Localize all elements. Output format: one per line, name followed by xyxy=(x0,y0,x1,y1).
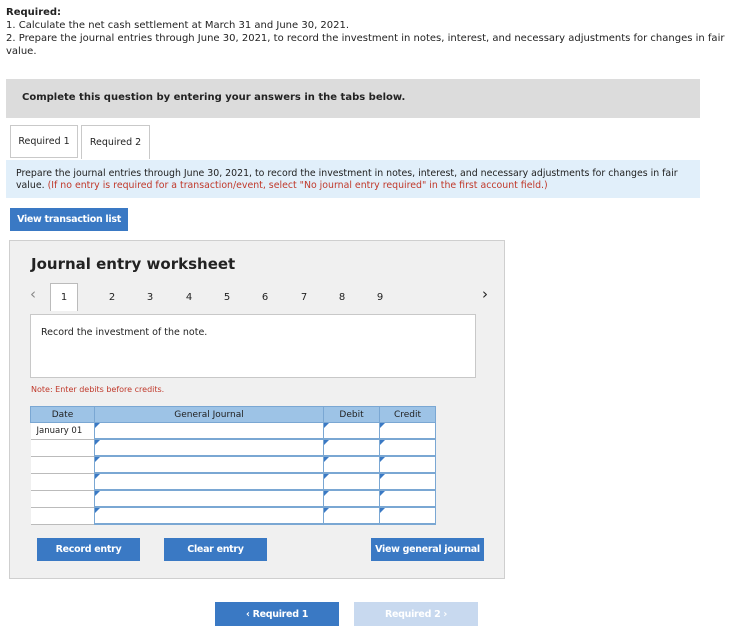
dropdown-flag-icon xyxy=(380,491,385,496)
dropdown-flag-icon xyxy=(324,457,329,462)
complete-banner: Complete this question by entering your … xyxy=(6,79,700,118)
page-8[interactable]: 8 xyxy=(328,283,356,311)
journal-table: Date General Journal Debit Credit Januar… xyxy=(30,406,436,525)
view-transaction-list-button[interactable]: View transaction list xyxy=(10,208,128,231)
table-row xyxy=(30,507,436,525)
date-cell xyxy=(30,490,95,508)
table-row xyxy=(30,473,436,491)
page-3[interactable]: 3 xyxy=(136,283,164,311)
credit-field[interactable] xyxy=(379,439,436,457)
entry-description-box: Record the investment of the note. xyxy=(30,314,476,378)
view-general-journal-button[interactable]: View general journal xyxy=(371,538,484,561)
chevron-left-icon[interactable]: ‹ xyxy=(30,285,36,303)
page-2[interactable]: 2 xyxy=(98,283,126,311)
debit-header: Debit xyxy=(323,406,380,423)
dropdown-flag-icon xyxy=(95,423,100,428)
chevron-right-icon[interactable]: › xyxy=(482,285,488,303)
tab-required-2[interactable]: Required 2 xyxy=(81,125,150,159)
table-row xyxy=(30,490,436,508)
requirements-title: Required: xyxy=(6,7,62,18)
dropdown-flag-icon xyxy=(324,423,329,428)
account-field[interactable] xyxy=(94,456,324,474)
tab-required-1[interactable]: Required 1 xyxy=(10,125,78,158)
dropdown-flag-icon xyxy=(95,474,100,479)
requirements: Required: 1. Calculate the net cash sett… xyxy=(6,6,726,58)
credit-field[interactable] xyxy=(379,422,436,440)
dropdown-flag-icon xyxy=(324,491,329,496)
dropdown-flag-icon xyxy=(95,457,100,462)
dropdown-flag-icon xyxy=(324,474,329,479)
date-cell xyxy=(30,456,95,474)
record-entry-button[interactable]: Record entry xyxy=(37,538,140,561)
dropdown-flag-icon xyxy=(380,440,385,445)
journal-entry-worksheet: Journal entry worksheet ‹ 1 2 3 4 5 6 7 … xyxy=(9,240,505,579)
page-7[interactable]: 7 xyxy=(290,283,318,311)
next-required-2-button[interactable]: Required 2 › xyxy=(354,602,478,626)
credit-field[interactable] xyxy=(379,507,436,525)
account-field[interactable] xyxy=(94,473,324,491)
dropdown-flag-icon xyxy=(380,474,385,479)
dropdown-flag-icon xyxy=(324,440,329,445)
complete-banner-text: Complete this question by entering your … xyxy=(22,92,406,103)
date-cell xyxy=(30,507,95,525)
credit-header: Credit xyxy=(379,406,436,423)
dropdown-flag-icon xyxy=(324,508,329,513)
credit-field[interactable] xyxy=(379,490,436,508)
worksheet-title: Journal entry worksheet xyxy=(31,255,236,273)
account-field[interactable] xyxy=(94,439,324,457)
page-6[interactable]: 6 xyxy=(251,283,279,311)
debit-field[interactable] xyxy=(323,507,380,525)
entry-description: Record the investment of the note. xyxy=(41,327,208,338)
dropdown-flag-icon xyxy=(380,457,385,462)
clear-entry-button[interactable]: Clear entry xyxy=(164,538,267,561)
debit-field[interactable] xyxy=(323,439,380,457)
credit-field[interactable] xyxy=(379,456,436,474)
debit-field[interactable] xyxy=(323,456,380,474)
debit-field[interactable] xyxy=(323,422,380,440)
date-header: Date xyxy=(30,406,95,423)
instruction-box: Prepare the journal entries through June… xyxy=(6,160,700,198)
requirement-1: 1. Calculate the net cash settlement at … xyxy=(6,20,350,31)
debit-credit-note: Note: Enter debits before credits. xyxy=(31,385,165,394)
table-row xyxy=(30,439,436,457)
worksheet-pager: ‹ 1 2 3 4 5 6 7 8 9 › xyxy=(30,283,500,311)
date-cell xyxy=(30,473,95,491)
table-row: January 01 xyxy=(30,422,436,440)
instruction-note: (If no entry is required for a transacti… xyxy=(47,179,548,191)
account-field[interactable] xyxy=(94,490,324,508)
dropdown-flag-icon xyxy=(95,440,100,445)
account-field[interactable] xyxy=(94,507,324,525)
prev-required-1-button[interactable]: ‹ Required 1 xyxy=(215,602,339,626)
page-4[interactable]: 4 xyxy=(175,283,203,311)
dropdown-flag-icon xyxy=(380,508,385,513)
general-journal-header: General Journal xyxy=(94,406,324,423)
page-5[interactable]: 5 xyxy=(213,283,241,311)
credit-field[interactable] xyxy=(379,473,436,491)
table-row xyxy=(30,456,436,474)
dropdown-flag-icon xyxy=(95,508,100,513)
page-1[interactable]: 1 xyxy=(50,283,78,311)
dropdown-flag-icon xyxy=(95,491,100,496)
debit-field[interactable] xyxy=(323,490,380,508)
requirement-2: 2. Prepare the journal entries through J… xyxy=(6,33,725,57)
date-cell xyxy=(30,439,95,457)
dropdown-flag-icon xyxy=(380,423,385,428)
date-cell: January 01 xyxy=(30,422,95,440)
page-9[interactable]: 9 xyxy=(366,283,394,311)
account-field[interactable] xyxy=(94,422,324,440)
debit-field[interactable] xyxy=(323,473,380,491)
